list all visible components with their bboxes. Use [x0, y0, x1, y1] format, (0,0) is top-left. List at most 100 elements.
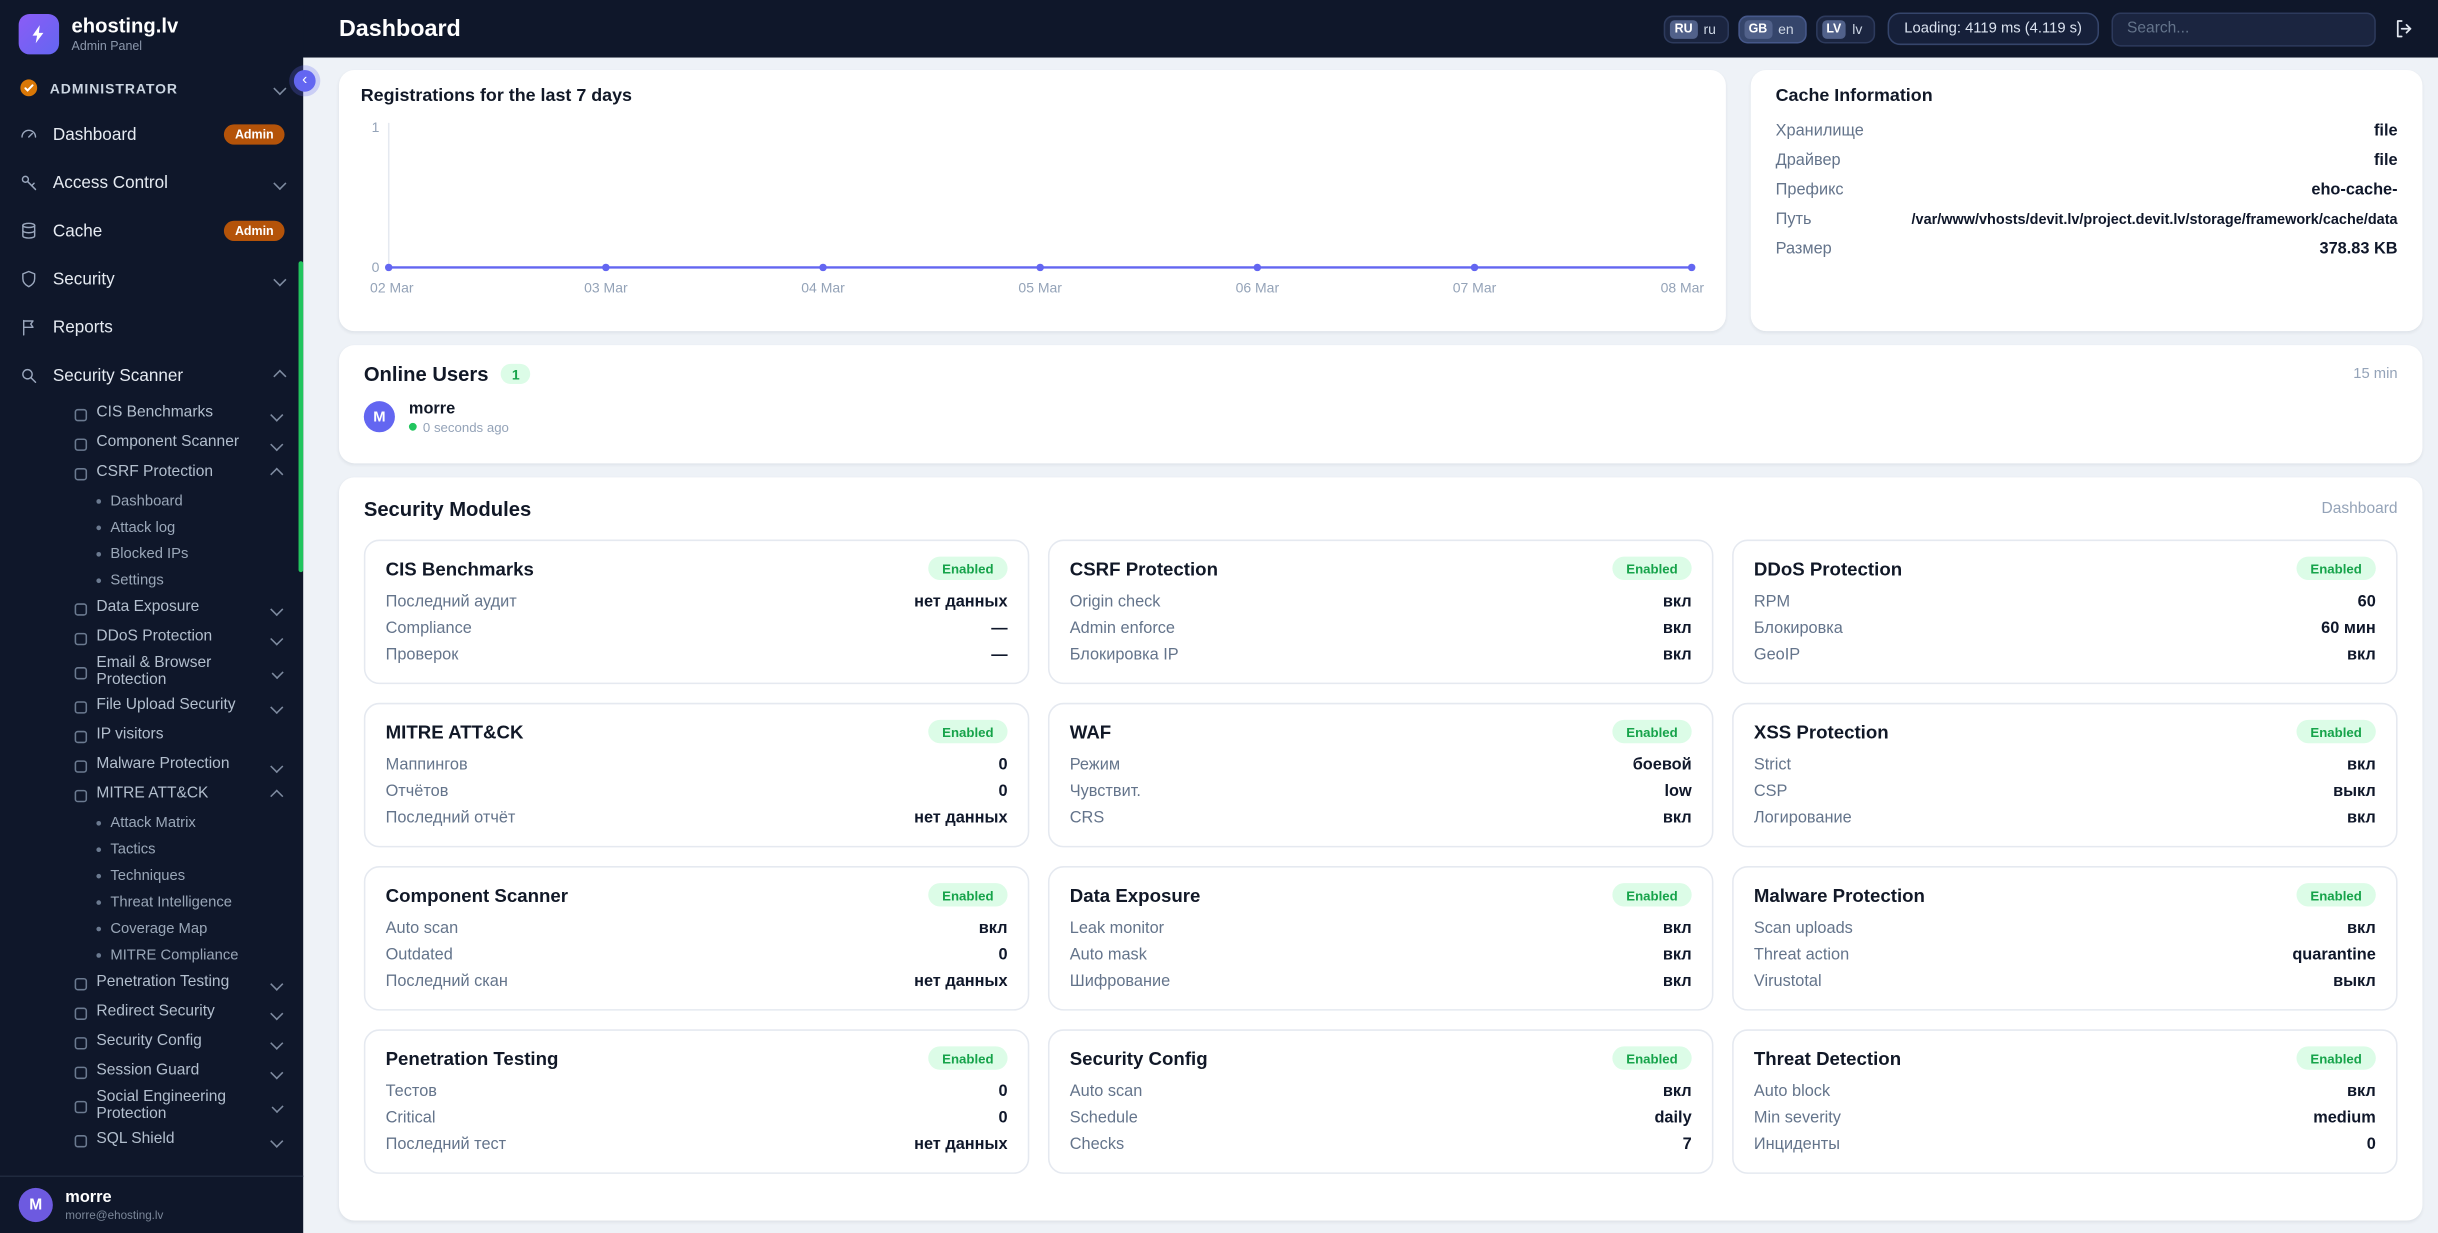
sidebar-subsubitem-blocked-ips[interactable]: Blocked IPs: [0, 541, 303, 567]
module-stat-row: Режим боевой: [1070, 751, 1692, 777]
sidebar-subsubitem-settings[interactable]: Settings: [0, 568, 303, 594]
lang-button-lv[interactable]: LV lv: [1815, 14, 1875, 43]
sidebar-subitem-security-config[interactable]: Security Config: [0, 1028, 303, 1058]
sidebar-subitem-email-browser-protection[interactable]: Email & Browser Protection: [0, 653, 303, 692]
module-stat-label: Admin enforce: [1069, 618, 1176, 637]
sidebar-subitem-csrf-protection[interactable]: CSRF Protection: [0, 459, 303, 489]
sidebar-subitem-file-upload-security[interactable]: File Upload Security: [0, 692, 303, 722]
module-stat-label: CSP: [1753, 781, 1788, 800]
online-user-status: 0 seconds ago: [422, 419, 509, 435]
sidebar-subsubitem-mitre-compliance[interactable]: MITRE Compliance: [0, 942, 303, 968]
sidebar-subitem-session-guard[interactable]: Session Guard: [0, 1057, 303, 1087]
bullet-icon: [96, 953, 102, 958]
sidebar-item-label: Security Scanner: [52, 366, 184, 385]
sidebar-subitem-social-engineering-protection[interactable]: Social Engineering Protection: [0, 1087, 303, 1126]
sidebar-subitem-mitre-att-ck[interactable]: MITRE ATT&CK: [0, 781, 303, 811]
sidebar-subsubitem-techniques[interactable]: Techniques: [0, 863, 303, 889]
sidebar-item-dashboard[interactable]: Dashboard Admin: [0, 110, 303, 158]
svg-text:06 Mar: 06 Mar: [1236, 279, 1280, 295]
chevron-up-icon: [273, 368, 287, 383]
module-status-badge: Enabled: [928, 1046, 1008, 1070]
shield-icon: [19, 269, 41, 289]
chevron-down-icon: [270, 407, 284, 421]
sidebar-section-administrator[interactable]: ADMINISTRATOR: [0, 65, 303, 110]
flag-ru-icon: RU: [1669, 19, 1698, 39]
modules-dashboard-link[interactable]: Dashboard: [2322, 501, 2398, 518]
svg-text:07 Mar: 07 Mar: [1453, 279, 1497, 295]
sidebar-item-label: Security: [52, 269, 115, 289]
sidebar-subsubitem-threat-intelligence[interactable]: Threat Intelligence: [0, 889, 303, 915]
module-card-xss-protection: XSS Protection Enabled Strict вкл CSP выкл Лог…: [1732, 702, 2398, 848]
language-switcher: RU ru GB en LV lv: [1663, 14, 1875, 43]
sidebar-item-security-scanner[interactable]: Security Scanner: [0, 351, 303, 399]
sidebar-subitem-penetration-testing[interactable]: Penetration Testing: [0, 969, 303, 999]
registrations-title: Registrations for the last 7 days: [360, 87, 632, 106]
sidebar-subitem-cis-benchmarks[interactable]: CIS Benchmarks: [0, 400, 303, 430]
sidebar-item-security[interactable]: Security: [0, 255, 303, 303]
sidebar-item-label: Access Control: [52, 173, 168, 193]
online-user-row[interactable]: M morre 0 seconds ago: [363, 400, 2398, 435]
module-header: WAF Enabled: [1070, 719, 1692, 744]
module-stat-row: CRS вкл: [1070, 804, 1692, 830]
sidebar-item-cache[interactable]: Cache Admin: [0, 207, 303, 255]
chevron-left-icon: ‹: [302, 71, 308, 89]
sidebar-subitem-ip-visitors[interactable]: IP visitors: [0, 721, 303, 751]
module-stat-row: Auto scan вкл: [386, 914, 1008, 940]
chevron-up-icon: [270, 788, 284, 802]
security-modules-card: Security Modules Dashboard CIS Benchmark…: [338, 477, 2423, 1221]
search-input[interactable]: [2111, 11, 2376, 46]
security-config-icon: [74, 1036, 88, 1049]
module-card-ddos-protection: DDoS Protection Enabled RPM 60 Блокировка 60 …: [1732, 539, 2398, 685]
topbar-right: RU ru GB en LV lv Loading: 4119 ms (4.119 s): [1663, 11, 2420, 46]
sidebar-scrollbar-thumb[interactable]: [298, 261, 304, 573]
component-scanner-icon: [74, 437, 88, 451]
malware-protection-icon: [74, 759, 88, 772]
sidebar-collapse-button[interactable]: ‹: [293, 69, 316, 92]
module-name: XSS Protection: [1753, 720, 1889, 743]
svg-text:03 Mar: 03 Mar: [584, 279, 628, 295]
sidebar-subitem-label: Malware Protection: [96, 756, 230, 774]
module-card-penetration-testing: Penetration Testing Enabled Тестов 0 Critica…: [363, 1029, 1030, 1174]
sidebar-subsubitem-coverage-map[interactable]: Coverage Map: [0, 916, 303, 942]
sidebar-menu: Dashboard Admin Access Control Cache Admin Se…: [0, 110, 303, 1175]
sidebar-subitem-sql-shield[interactable]: SQL Shield: [0, 1126, 303, 1156]
sidebar-subsubitem-attack-matrix[interactable]: Attack Matrix: [0, 810, 303, 836]
module-name: Component Scanner: [385, 883, 569, 906]
module-stat-label: Min severity: [1753, 1107, 1841, 1127]
sidebar-subitem-ddos-protection[interactable]: DDoS Protection: [0, 623, 303, 653]
bullet-icon: [96, 578, 102, 584]
sidebar-subsubitem-label: Settings: [110, 572, 164, 590]
chevron-down-icon: [270, 631, 284, 645]
logout-button[interactable]: [2388, 13, 2419, 44]
sidebar-item-label: Dashboard: [52, 125, 137, 144]
module-header: Data Exposure Enabled: [1070, 883, 1692, 907]
sidebar-subsubitem-dashboard[interactable]: Dashboard: [0, 488, 303, 514]
sidebar-item-reports[interactable]: Reports: [0, 303, 303, 351]
sidebar-subsubitem-tactics[interactable]: Tactics: [0, 837, 303, 863]
sidebar-subitem-label: Redirect Security: [96, 1003, 215, 1021]
sidebar-subitem-label: Social Engineering Protection: [96, 1088, 227, 1122]
module-stat-label: Логирование: [1753, 807, 1852, 827]
sidebar-subitem-component-scanner[interactable]: Component Scanner: [0, 429, 303, 459]
chevron-down-icon: [270, 976, 284, 991]
module-stat-row: Последний тест нет данных: [386, 1130, 1008, 1156]
sidebar-subitem-redirect-security[interactable]: Redirect Security: [0, 998, 303, 1028]
module-card-cis-benchmarks: CIS Benchmarks Enabled Последний аудит нет …: [363, 539, 1030, 685]
module-stat-label: Auto block: [1753, 1081, 1831, 1101]
module-name: CSRF Protection: [1069, 557, 1218, 580]
lang-button-ru[interactable]: RU ru: [1663, 14, 1729, 43]
module-stat-value: daily: [1654, 1107, 1692, 1127]
module-stat-value: low: [1664, 781, 1692, 800]
module-status-badge: Enabled: [1612, 556, 1692, 580]
sidebar-user[interactable]: M morre morre@ehosting.lv: [0, 1175, 304, 1233]
sidebar-subitem-data-exposure[interactable]: Data Exposure: [0, 594, 303, 624]
module-status-badge: Enabled: [928, 883, 1008, 907]
module-stat-row: Auto block вкл: [1754, 1078, 2376, 1104]
user-email: morre@ehosting.lv: [65, 1207, 164, 1222]
lang-button-en[interactable]: GB en: [1737, 14, 1807, 43]
module-stat-label: GeoIP: [1753, 644, 1801, 664]
sidebar-subitem-malware-protection[interactable]: Malware Protection: [0, 751, 303, 781]
sidebar-item-access-control[interactable]: Access Control: [0, 159, 303, 207]
sidebar-subsubitem-attack-log[interactable]: Attack log: [0, 515, 303, 541]
module-stat-value: вкл: [2347, 1081, 2376, 1101]
